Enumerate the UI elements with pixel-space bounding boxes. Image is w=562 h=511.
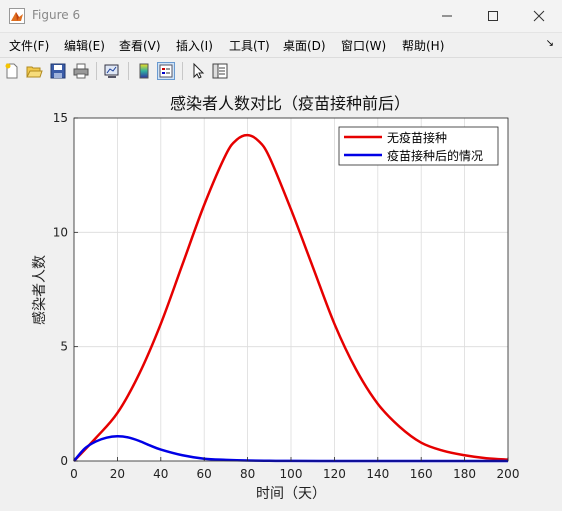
maximize-button[interactable] <box>470 0 516 32</box>
property-inspector-icon[interactable] <box>211 62 229 80</box>
maximize-icon <box>488 11 498 21</box>
menu-file[interactable]: 文件(F) <box>9 37 49 54</box>
open-file-icon[interactable] <box>25 62 43 80</box>
toolbar-dock-arrow-icon[interactable]: ↘ <box>546 38 554 49</box>
insert-legend-icon[interactable] <box>157 62 175 80</box>
toolbar-separator <box>96 62 97 80</box>
x-tick-label: 120 <box>323 467 346 481</box>
toolbar-separator <box>128 62 129 80</box>
legend-label-series-2: 疫苗接种后的情况 <box>387 148 483 163</box>
window-titlebar: Figure 6 <box>0 0 562 33</box>
x-axis-label: 时间（天） <box>256 486 326 502</box>
minimize-button[interactable] <box>424 0 470 32</box>
x-tick-label: 100 <box>280 467 303 481</box>
pointer-icon[interactable] <box>189 62 207 80</box>
new-figure-icon[interactable] <box>3 62 21 80</box>
x-tick-label: 0 <box>70 467 78 481</box>
y-tick-label: 0 <box>60 454 68 468</box>
x-tick-label: 180 <box>453 467 476 481</box>
y-tick-label: 15 <box>53 111 68 125</box>
minimize-icon <box>442 15 452 17</box>
legend-label-series-1: 无疫苗接种 <box>387 130 447 145</box>
menu-edit[interactable]: 编辑(E) <box>64 37 105 54</box>
save-icon[interactable] <box>49 62 67 80</box>
x-tick-label: 40 <box>153 467 168 481</box>
menu-help[interactable]: 帮助(H) <box>402 37 444 54</box>
menu-bar: 文件(F) 编辑(E) 查看(V) 插入(I) 工具(T) 桌面(D) 窗口(W… <box>0 33 562 57</box>
link-plot-icon[interactable] <box>103 62 121 80</box>
window-title: Figure 6 <box>32 8 81 22</box>
x-tick-label: 80 <box>240 467 255 481</box>
x-tick-label: 20 <box>110 467 125 481</box>
menu-view[interactable]: 查看(V) <box>119 37 161 54</box>
insert-colorbar-icon[interactable] <box>135 62 153 80</box>
menu-tools[interactable]: 工具(T) <box>229 37 270 54</box>
menu-desktop[interactable]: 桌面(D) <box>283 37 326 54</box>
close-icon <box>533 10 545 22</box>
print-icon[interactable] <box>72 62 90 80</box>
y-tick-label: 5 <box>60 340 68 354</box>
close-button[interactable] <box>516 0 562 32</box>
legend[interactable]: 无疫苗接种 疫苗接种后的情况 <box>338 126 499 166</box>
figure-toolbar <box>0 57 562 86</box>
chart-title: 感染者人数对比（疫苗接种前后） <box>170 94 410 113</box>
menu-insert[interactable]: 插入(I) <box>176 37 213 54</box>
line-chart[interactable]: 感染者人数对比（疫苗接种前后） 0 20 40 60 80 100 120 140 160 180… <box>0 85 562 507</box>
y-tick-label: 10 <box>53 225 68 239</box>
x-tick-label: 160 <box>410 467 433 481</box>
x-tick-label: 200 <box>497 467 520 481</box>
x-tick-label: 60 <box>197 467 212 481</box>
x-tick-label: 140 <box>366 467 389 481</box>
toolbar-separator <box>182 62 183 80</box>
figure-canvas: 感染者人数对比（疫苗接种前后） 0 20 40 60 80 100 120 140 160 180… <box>0 85 562 507</box>
y-axis-label: 感染者人数 <box>31 255 48 325</box>
matlab-app-icon <box>9 8 25 24</box>
menu-window[interactable]: 窗口(W) <box>341 37 386 54</box>
